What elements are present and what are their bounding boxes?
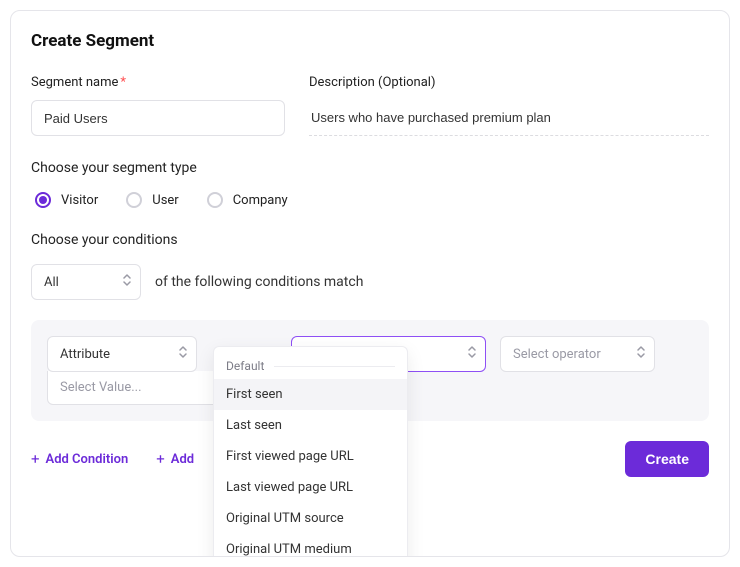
dropdown-group-header: Default xyxy=(214,353,407,379)
add-group-button[interactable]: + Add xyxy=(156,452,194,467)
dropdown-group-label: Default xyxy=(226,359,264,373)
updown-icon xyxy=(122,273,132,291)
page-title: Create Segment xyxy=(31,31,709,51)
add-condition-button[interactable]: + Add Condition xyxy=(31,452,128,467)
condition-value-placeholder: Select Value... xyxy=(60,380,142,395)
description-label: Description (Optional) xyxy=(309,75,709,90)
dropdown-item-first-viewed-page-url[interactable]: First viewed page URL xyxy=(214,441,407,472)
segment-name-input[interactable] xyxy=(31,100,285,136)
dropdown-item-original-utm-medium[interactable]: Original UTM medium xyxy=(214,534,407,557)
create-segment-panel: Create Segment Segment name* Description… xyxy=(10,10,730,557)
dropdown-item-last-seen[interactable]: Last seen xyxy=(214,410,407,441)
radio-icon xyxy=(207,192,223,208)
radio-label: Company xyxy=(233,193,288,208)
updown-icon xyxy=(178,345,188,363)
segment-type-radio-group: Visitor User Company xyxy=(35,192,709,208)
segment-name-label-text: Segment name xyxy=(31,75,118,90)
radio-icon xyxy=(126,192,142,208)
add-links: + Add Condition + Add xyxy=(31,452,194,467)
divider xyxy=(274,366,395,367)
add-group-label: Add xyxy=(171,452,194,467)
updown-icon xyxy=(467,345,477,363)
condition-operator-placeholder: Select operator xyxy=(513,347,601,362)
description-input[interactable] xyxy=(309,100,709,136)
radio-icon xyxy=(35,192,51,208)
condition-operator-select[interactable]: Select operator xyxy=(500,336,655,372)
segment-type-label: Choose your segment type xyxy=(31,160,709,176)
match-text: of the following conditions match xyxy=(155,274,363,290)
dropdown-item-first-seen[interactable]: First seen xyxy=(214,379,407,410)
plus-icon: + xyxy=(156,452,165,467)
dropdown-item-original-utm-source[interactable]: Original UTM source xyxy=(214,503,407,534)
description-field-group: Description (Optional) xyxy=(309,75,709,136)
attribute-dropdown: Default First seen Last seen First viewe… xyxy=(213,346,408,557)
radio-label: User xyxy=(152,193,178,208)
segment-type-radio-visitor[interactable]: Visitor xyxy=(35,192,98,208)
updown-icon xyxy=(636,345,646,363)
radio-label: Visitor xyxy=(61,193,98,208)
condition-source-select[interactable]: Attribute xyxy=(47,336,197,372)
match-type-select[interactable]: All xyxy=(31,264,141,300)
segment-name-label: Segment name* xyxy=(31,75,285,90)
match-type-value: All xyxy=(44,275,59,290)
conditions-label: Choose your conditions xyxy=(31,232,709,248)
segment-name-field-group: Segment name* xyxy=(31,75,285,136)
plus-icon: + xyxy=(31,452,40,467)
fields-row: Segment name* Description (Optional) xyxy=(31,75,709,136)
add-condition-label: Add Condition xyxy=(46,452,129,467)
dropdown-item-last-viewed-page-url[interactable]: Last viewed page URL xyxy=(214,472,407,503)
conditions-match-row: All of the following conditions match xyxy=(31,264,709,300)
segment-type-radio-user[interactable]: User xyxy=(126,192,178,208)
condition-source-value: Attribute xyxy=(60,347,110,362)
segment-type-radio-company[interactable]: Company xyxy=(207,192,288,208)
required-asterisk: * xyxy=(120,75,126,90)
create-button[interactable]: Create xyxy=(625,441,709,477)
